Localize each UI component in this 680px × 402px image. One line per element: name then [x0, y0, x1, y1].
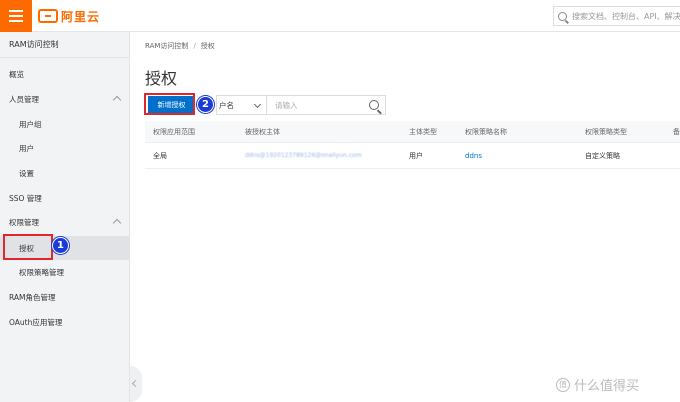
column-header: 权限应用范围	[153, 127, 195, 136]
sidebar-item-settings[interactable]: 设置	[0, 163, 130, 183]
cell-policy-type: 自定义策略	[585, 151, 620, 160]
filter-type-select[interactable]: 户名	[216, 95, 266, 115]
step-badge-1: 1	[52, 237, 69, 254]
watermark-logo-icon: 值	[556, 377, 570, 392]
filter-search-input[interactable]: 请输入	[266, 95, 386, 115]
sidebar-item-user-groups[interactable]: 用户组	[0, 114, 130, 134]
aliyun-logo[interactable]: 阿里云	[38, 8, 100, 24]
sidebar-item-sso[interactable]: SSO 管理	[0, 188, 130, 208]
chevron-up-icon	[112, 95, 122, 105]
grants-table: 权限应用范围 被授权主体 主体类型 权限策略名称 权限策略类型 备 全局 ddn…	[145, 121, 680, 169]
sidebar-item-overview[interactable]: 概览	[0, 64, 130, 84]
breadcrumb-item-grants: 授权	[200, 42, 215, 50]
aliyun-logo-icon	[38, 9, 58, 23]
logo-text: 阿里云	[61, 9, 101, 24]
search-icon[interactable]	[369, 100, 379, 110]
global-search-input[interactable]: 搜索文档、控制台、API、解决方	[553, 6, 680, 26]
step-badge-2: 2	[197, 96, 214, 113]
cell-policy-name[interactable]: ddns	[465, 143, 482, 168]
watermark: 值 什么值得买	[556, 375, 639, 394]
highlight-box-grants	[3, 234, 53, 260]
sidebar-item-policies[interactable]: 权限策略管理	[0, 262, 130, 282]
cell-principal[interactable]: ddns@1920123789126@onaliyun.com	[245, 143, 362, 168]
chevron-down-icon	[253, 100, 262, 109]
cell-scope: 全局	[153, 151, 167, 160]
sidebar-item-permissions[interactable]: 权限管理	[0, 212, 130, 232]
column-header: 权限策略名称	[465, 127, 507, 136]
search-placeholder: 搜索文档、控制台、API、解决方	[572, 11, 680, 21]
sidebar-item-oauth[interactable]: OAuth应用管理	[0, 312, 130, 332]
table-header: 权限应用范围 被授权主体 主体类型 权限策略名称 权限策略类型 备	[145, 121, 680, 143]
column-header: 主体类型	[409, 127, 437, 136]
table-row: 全局 ddns@1920123789126@onaliyun.com 用户 dd…	[145, 143, 680, 169]
breadcrumb-item-ram[interactable]: RAM访问控制	[145, 42, 188, 50]
sidebar-title: RAM访问控制	[0, 32, 129, 58]
breadcrumb: RAM访问控制 / 授权	[145, 42, 215, 50]
column-header: 被授权主体	[245, 127, 280, 136]
top-bar: 阿里云 搜索文档、控制台、API、解决方	[0, 0, 680, 32]
menu-icon[interactable]	[0, 0, 32, 32]
sidebar-item-users[interactable]: 用户	[0, 138, 130, 158]
sidebar-item-ram-roles[interactable]: RAM角色管理	[0, 287, 130, 307]
page-title: 授权	[145, 69, 178, 88]
cell-principal-type: 用户	[409, 151, 423, 160]
highlight-box-new-grant	[144, 93, 195, 115]
search-icon	[558, 11, 567, 21]
main-content: RAM访问控制 / 授权 授权 新增授权 户名 请输入 权限应用范围 被授权主体 主…	[131, 32, 680, 402]
column-header: 权限策略类型	[585, 127, 627, 136]
sidebar: RAM访问控制 概览 人员管理 用户组 用户 设置 SSO 管理 权限管理 授权…	[0, 32, 130, 402]
sidebar-item-people[interactable]: 人员管理	[0, 89, 130, 109]
column-header: 备	[673, 127, 680, 136]
chevron-up-icon	[112, 218, 122, 228]
